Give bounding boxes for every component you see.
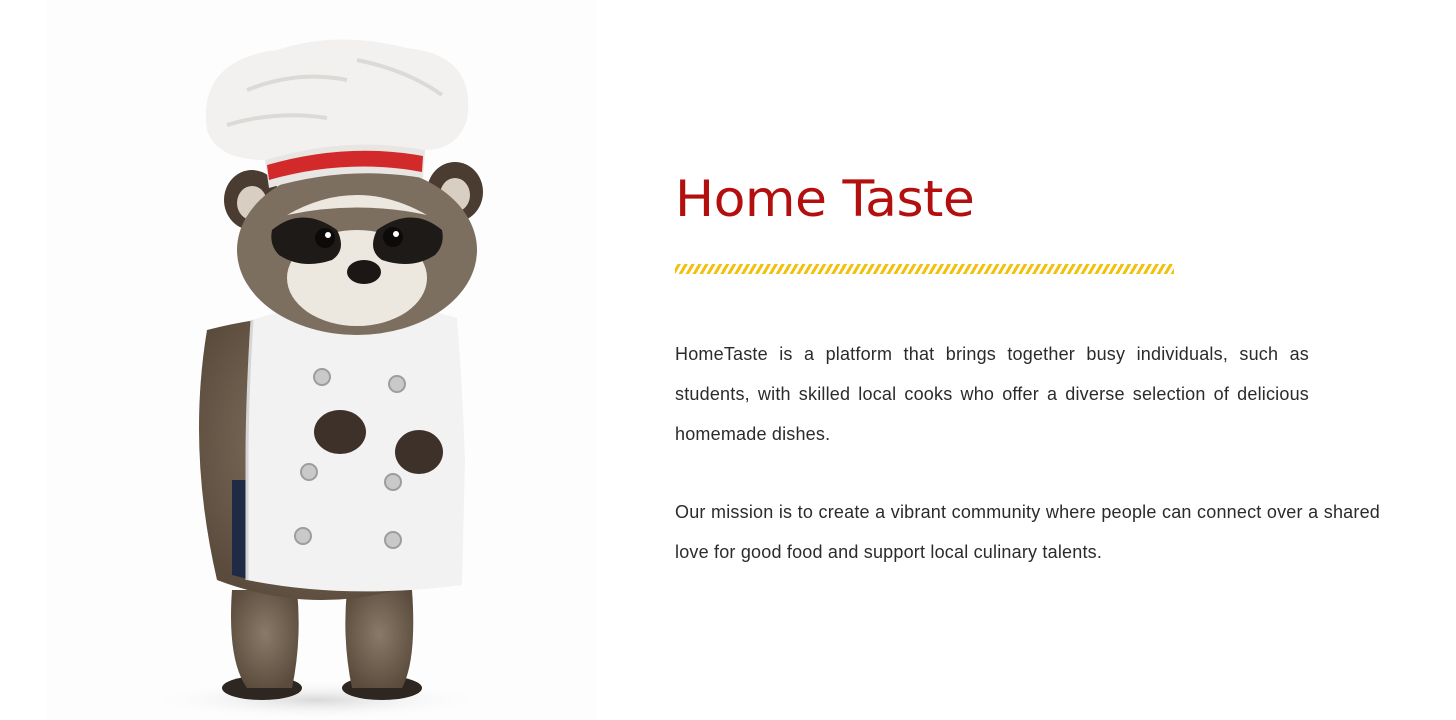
intro-paragraph: HomeTaste is a platform that brings toge… [675,344,1309,444]
title-divider [675,264,1174,274]
page-title: Home Taste [675,170,975,228]
raccoon-chef-image [47,0,597,720]
mission-paragraph: Our mission is to create a vibrant commu… [675,502,1380,562]
